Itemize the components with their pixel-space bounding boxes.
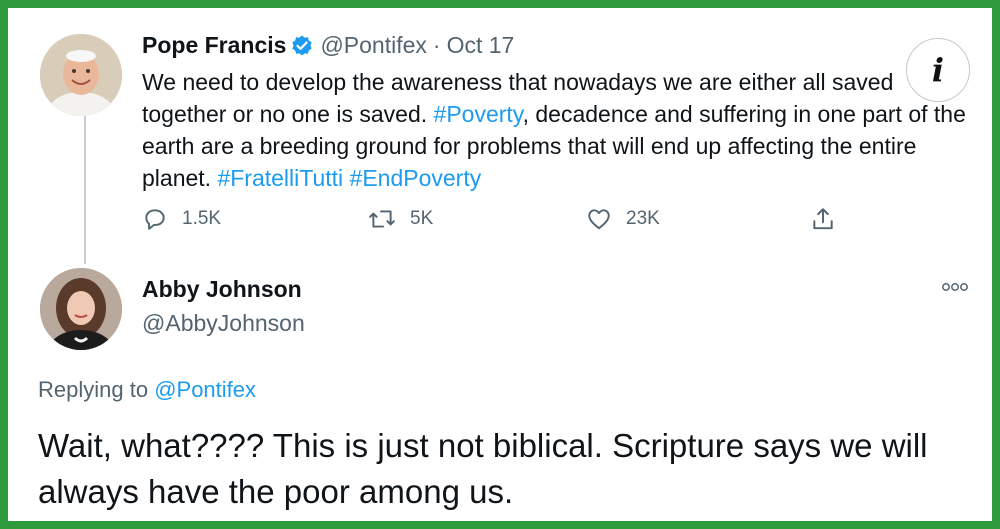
info-badge-label: i — [931, 51, 945, 89]
reply-body: Wait, what???? This is just not biblical… — [38, 427, 928, 510]
tweet-header: Pope Francis @Pontifex · Oct 17 — [142, 32, 514, 59]
retweet-count: 5K — [410, 208, 434, 229]
tweet-author-name[interactable]: Pope Francis — [142, 32, 286, 59]
reply-icon — [145, 209, 165, 230]
hashtag-fratellitutti-link[interactable]: #FratelliTutti — [217, 165, 343, 191]
more-options-icon[interactable] — [940, 280, 970, 294]
reply-author-handle[interactable]: @AbbyJohnson — [142, 310, 305, 337]
reply-count: 1.5K — [182, 208, 222, 229]
header-separator: · — [432, 32, 441, 58]
pope-francis-avatar[interactable] — [40, 34, 122, 116]
thread-connector-line — [84, 116, 86, 264]
reply-button[interactable]: 1.5K — [142, 206, 221, 232]
hashtag-endpoverty-link[interactable]: #EndPoverty — [350, 165, 482, 191]
verified-badge-icon — [290, 34, 314, 58]
share-button[interactable] — [810, 206, 850, 232]
hashtag-poverty-link[interactable]: #Poverty — [434, 101, 523, 127]
retweet-button[interactable]: 5K — [368, 206, 433, 232]
info-badge-icon[interactable]: i — [906, 38, 970, 102]
abby-johnson-avatar[interactable] — [40, 268, 122, 350]
tweet-author-handle[interactable]: @Pontifex — [320, 32, 426, 59]
like-button[interactable]: 23K — [586, 206, 660, 232]
like-icon — [588, 209, 610, 230]
like-count: 23K — [626, 208, 660, 229]
replying-to-mention-link[interactable]: @Pontifex — [154, 377, 256, 402]
reply-author-name[interactable]: Abby Johnson — [142, 276, 302, 303]
replying-to-line: Replying to @Pontifex — [38, 377, 256, 403]
replying-to-prefix: Replying to — [38, 377, 155, 402]
tweet-body: We need to develop the awareness that no… — [142, 66, 982, 194]
retweet-icon — [369, 210, 395, 228]
share-icon — [813, 208, 833, 230]
tweet-date[interactable]: Oct 17 — [447, 32, 515, 59]
screenshot-frame: Pope Francis @Pontifex · Oct 17 We need … — [8, 8, 992, 521]
tweet-action-bar: 1.5K 5K 23K — [142, 206, 862, 238]
